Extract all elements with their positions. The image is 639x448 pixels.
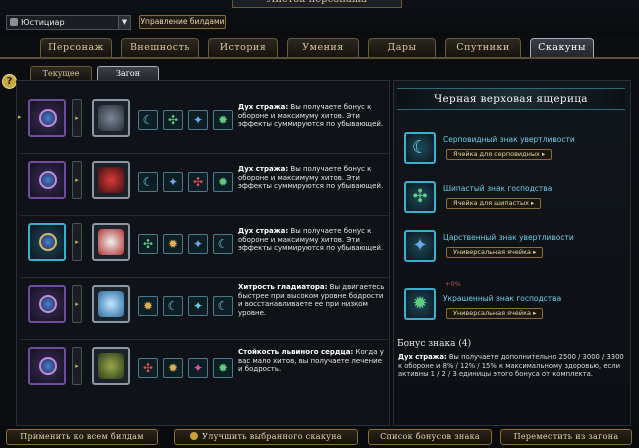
- manage-builds-button[interactable]: Управление билдами: [139, 15, 226, 29]
- regal-insignia-icon[interactable]: ✦: [404, 230, 436, 262]
- ornate-insignia-icon[interactable]: ✹: [213, 110, 233, 130]
- ornate-insignia-icon[interactable]: ✹: [213, 172, 233, 192]
- slot-arrow-button[interactable]: ▸: [72, 285, 82, 323]
- gem-icon: [39, 109, 57, 127]
- mount-portrait-icon[interactable]: [92, 161, 130, 199]
- bonus-percent: +0%: [445, 280, 461, 288]
- character-select[interactable]: Юстициар ▼: [6, 15, 131, 30]
- tab-history[interactable]: История: [208, 38, 278, 57]
- regal-insignia-icon[interactable]: ✦: [188, 296, 208, 316]
- ornate-insignia-icon[interactable]: ✹: [163, 234, 183, 254]
- mount-description: Дух стража: Вы получаете бонус к обороне…: [238, 165, 384, 191]
- tab-appearance[interactable]: Внешность: [121, 38, 199, 57]
- tab-boons[interactable]: Дары: [368, 38, 436, 57]
- mount-portrait-icon[interactable]: [92, 347, 130, 385]
- slot-arrow-button[interactable]: ▸: [72, 347, 82, 385]
- chevron-down-icon[interactable]: ▼: [118, 16, 130, 29]
- crescent-insignia-icon[interactable]: ✣: [138, 358, 158, 378]
- upgrade-mount-label: Улучшить выбранного скакуна: [202, 432, 342, 441]
- insignia-name: Царственный знак увертливости: [443, 233, 574, 242]
- insignia-bonus-title: Бонус знака (4): [397, 339, 472, 349]
- insignia-name: Серповидный знак увертливости: [443, 135, 575, 144]
- ornate-insignia-icon[interactable]: ✹: [163, 358, 183, 378]
- equipment-slot-icon[interactable]: [28, 161, 66, 199]
- equipment-slot-icon[interactable]: [28, 99, 66, 137]
- moon-insignia-icon[interactable]: ☾: [213, 234, 233, 254]
- insignia-name: Украшенный знак господства: [443, 294, 562, 303]
- insignia-slot-button[interactable]: Универсальная ячейка ▸: [446, 308, 544, 319]
- tab-skills[interactable]: Умения: [287, 38, 359, 57]
- moon-insignia-icon[interactable]: ☾: [404, 132, 436, 164]
- regal-insignia-icon[interactable]: ✦: [163, 172, 183, 192]
- insignia-slot-button[interactable]: Ячейка для шипастых ▸: [446, 198, 542, 209]
- help-icon[interactable]: ?: [2, 74, 17, 89]
- regal-insignia-icon[interactable]: ✦: [188, 234, 208, 254]
- thorn-insignia-icon[interactable]: ✣: [138, 234, 158, 254]
- equipment-slot-icon[interactable]: [28, 285, 66, 323]
- mount-row[interactable]: ▸ ▸ ☾ ✣ ✦ ✹ Дух стража: Вы получаете бон…: [18, 92, 390, 154]
- tab-companions[interactable]: Спутники: [445, 38, 521, 57]
- mount-row[interactable]: ▸ ✣ ✹ ✦ ☾ Дух стража: Вы получаете бонус…: [20, 216, 390, 278]
- tab-stable[interactable]: Загон: [97, 66, 159, 80]
- insignia-name: Шипастый знак господства: [443, 184, 553, 193]
- ornate-insignia-icon[interactable]: ✹: [404, 288, 436, 320]
- equipment-slot-icon[interactable]: [28, 223, 66, 261]
- gem-icon: [39, 357, 57, 375]
- mount-row[interactable]: ▸ ✣ ✹ ✦ ✹ Стойкость львиного сердца: Ког…: [20, 340, 390, 402]
- equipment-slot-icon[interactable]: [28, 347, 66, 385]
- mount-portrait-icon[interactable]: [92, 223, 130, 261]
- mount-description: Дух стража: Вы получаете бонус к обороне…: [238, 227, 384, 253]
- thorn-insignia-icon[interactable]: ✹: [213, 358, 233, 378]
- tab-mounts[interactable]: Скакуны: [530, 38, 594, 57]
- ornate-insignia-icon[interactable]: ✹: [138, 296, 158, 316]
- character-icon: [10, 18, 18, 26]
- tab-character[interactable]: Персонаж: [40, 38, 112, 57]
- regal-insignia-icon[interactable]: ✦: [188, 110, 208, 130]
- gem-icon: [39, 233, 57, 251]
- tab-divider: [0, 57, 639, 59]
- mount-description: Дух стража: Вы получаете бонус к обороне…: [238, 103, 384, 129]
- mount-description: Стойкость львиного сердца: Когда у вас м…: [238, 348, 384, 374]
- mount-portrait-icon[interactable]: [92, 285, 130, 323]
- insignia-slot-button[interactable]: Универсальная ячейка ▸: [446, 247, 544, 258]
- mount-row[interactable]: ▸ ✹ ☾ ✦ ☾ Хитрость гладиатора: Вы двигае…: [20, 278, 390, 340]
- thorn-insignia-icon[interactable]: ✣: [404, 181, 436, 213]
- upgrade-mount-button[interactable]: Улучшить выбранного скакуна: [174, 429, 358, 445]
- crescent-insignia-icon[interactable]: ✣: [188, 172, 208, 192]
- thorn-insignia-icon[interactable]: ✣: [163, 110, 183, 130]
- insignia-bonus-text: Дух стража: Вы получаете дополнительно 2…: [398, 353, 624, 378]
- mount-row[interactable]: ▸ ☾ ✦ ✣ ✹ Дух стража: Вы получаете бонус…: [20, 154, 390, 216]
- mount-portrait-icon[interactable]: [92, 99, 130, 137]
- caret-right-icon: ▸: [18, 113, 22, 121]
- apply-all-builds-button[interactable]: Применить ко всем билдам: [6, 429, 158, 445]
- gem-icon: [39, 171, 57, 189]
- slot-arrow-button[interactable]: ▸: [72, 223, 82, 261]
- slot-arrow-button[interactable]: ▸: [72, 99, 82, 137]
- slot-arrow-button[interactable]: ▸: [72, 161, 82, 199]
- regal-insignia-icon[interactable]: ✦: [188, 358, 208, 378]
- selected-mount-name: Черная верховая ящерица: [397, 88, 625, 110]
- insignia-bonus-list-button[interactable]: Список бонусов знака: [368, 429, 492, 445]
- coin-icon: [190, 432, 199, 440]
- move-from-stable-button[interactable]: Переместить из загона: [500, 429, 632, 445]
- gem-icon: [39, 295, 57, 313]
- moon-insignia-icon[interactable]: ☾: [213, 296, 233, 316]
- moon-insignia-icon[interactable]: ☾: [138, 172, 158, 192]
- character-name: Юстициар: [21, 18, 65, 27]
- mount-description: Хитрость гладиатора: Вы двигаетесь быстр…: [238, 283, 385, 317]
- moon-insignia-icon[interactable]: ☾: [163, 296, 183, 316]
- window-title: Листок персонажа: [232, 0, 402, 8]
- tab-current[interactable]: Текущее: [30, 66, 92, 80]
- insignia-slot-button[interactable]: Ячейка для серповидных ▸: [446, 149, 553, 160]
- moon-insignia-icon[interactable]: ☾: [138, 110, 158, 130]
